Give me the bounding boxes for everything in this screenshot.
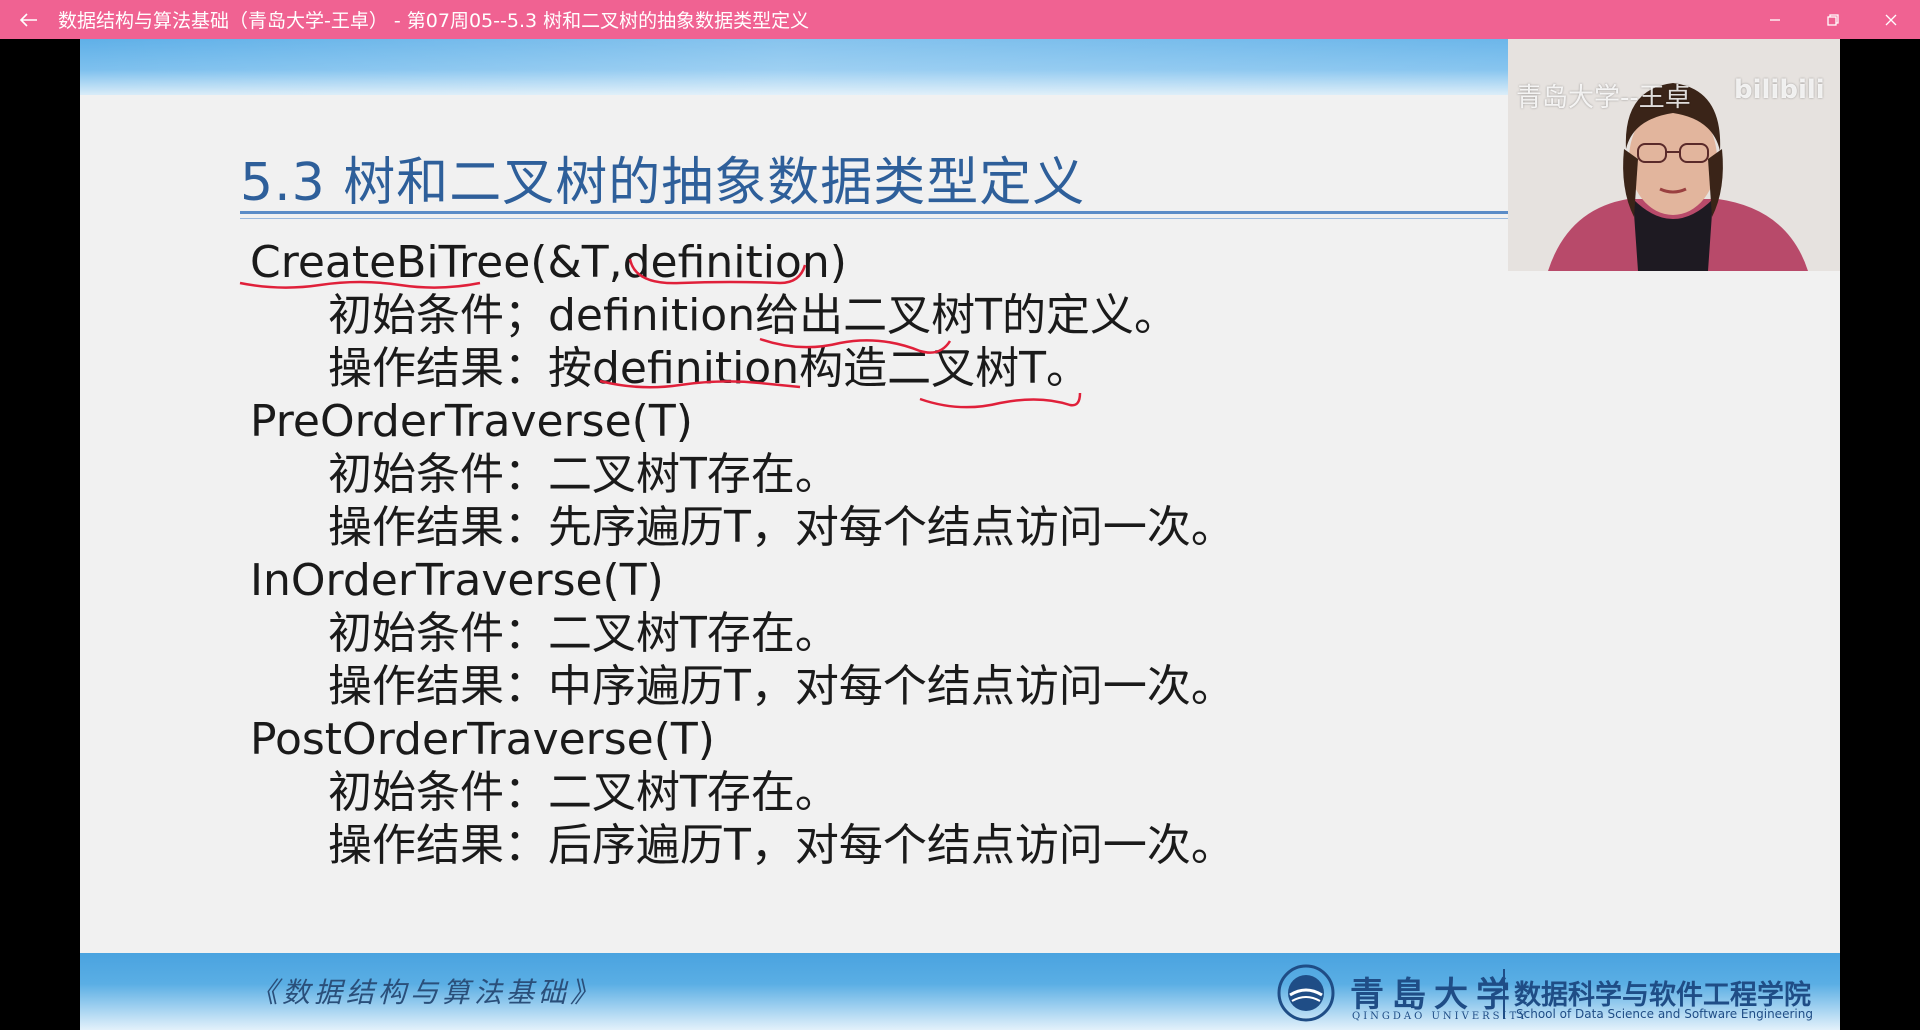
webcam-overlay: 青岛大学--王卓 bilibili <box>1508 39 1840 271</box>
function-signature-createbitree: CreateBiTree(&T,definition) <box>250 237 847 288</box>
function-signature-postorder: PostOrderTraverse(T) <box>250 714 715 765</box>
bilibili-logo-icon: bilibili <box>1734 75 1825 105</box>
title-divider <box>240 211 1587 214</box>
precondition-line: 初始条件：二叉树T存在。 <box>328 767 839 818</box>
function-signature-preorder: PreOrderTraverse(T) <box>250 396 693 447</box>
slide-title: 5.3 树和二叉树的抽象数据类型定义 <box>240 153 1086 213</box>
result-line: 操作结果：按definition构造二叉树T。 <box>328 343 1090 394</box>
precondition-line: 初始条件：二叉树T存在。 <box>328 608 839 659</box>
webcam-watermark: 青岛大学--王卓 <box>1516 83 1691 113</box>
function-signature-inorder: InOrderTraverse(T) <box>250 555 664 606</box>
minimize-button[interactable] <box>1746 0 1804 39</box>
result-line: 操作结果：中序遍历T，对每个结点访问一次。 <box>328 661 1235 712</box>
window-title: 数据结构与算法基础（青岛大学-王卓） - 第07周05--5.3 树和二叉树的抽… <box>58 10 810 32</box>
logo-divider <box>1503 969 1505 1019</box>
restore-icon <box>1827 13 1839 26</box>
school-name-en: School of Data Science and Software Engi… <box>1516 1007 1813 1021</box>
result-line: 操作结果：后序遍历T，对每个结点访问一次。 <box>328 820 1235 871</box>
back-button[interactable] <box>0 0 58 39</box>
window-titlebar: 数据结构与算法基础（青岛大学-王卓） - 第07周05--5.3 树和二叉树的抽… <box>0 0 1920 39</box>
result-line: 操作结果：先序遍历T，对每个结点访问一次。 <box>328 502 1235 553</box>
title-divider-thin <box>240 218 1587 219</box>
slide-body: CreateBiTree(&T,definition) 初始条件；definit… <box>250 237 1235 873</box>
arrow-left-icon <box>20 12 37 27</box>
minimize-icon <box>1770 18 1780 21</box>
close-icon <box>1885 14 1897 25</box>
video-player[interactable]: 5.3 树和二叉树的抽象数据类型定义 CreateBiTree(&T,defin… <box>80 39 1840 1030</box>
restore-button[interactable] <box>1804 0 1862 39</box>
presenter-figure <box>1508 39 1840 271</box>
precondition-line: 初始条件；definition给出二叉树T的定义。 <box>328 290 1178 341</box>
university-seal-icon <box>1277 964 1335 1022</box>
course-name: 《数据结构与算法基础》 <box>250 976 603 1009</box>
university-name: 青島大学 <box>1350 975 1518 1015</box>
close-button[interactable] <box>1862 0 1920 39</box>
precondition-line: 初始条件：二叉树T存在。 <box>328 449 839 500</box>
